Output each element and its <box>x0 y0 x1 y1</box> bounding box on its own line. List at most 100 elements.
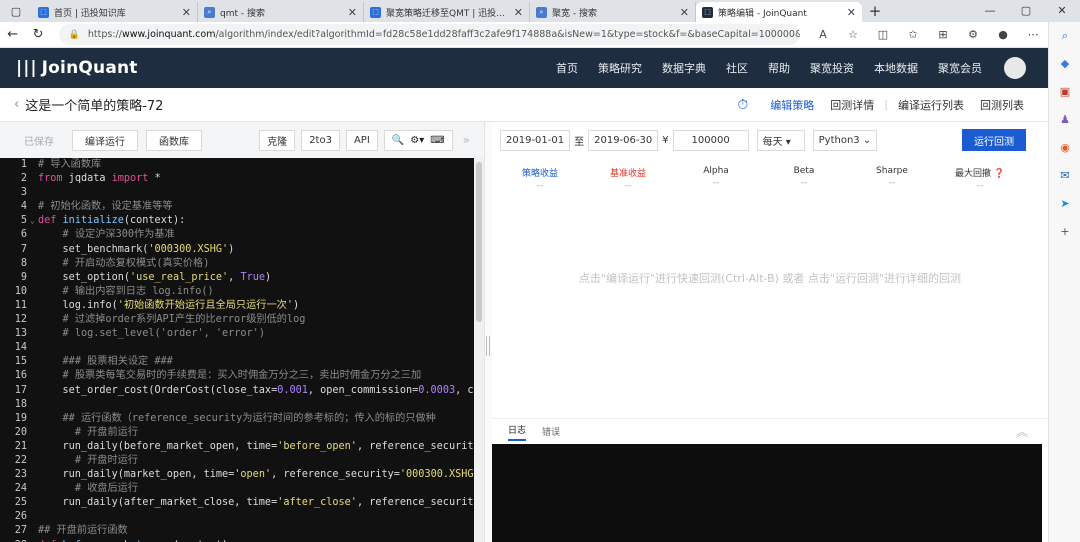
collections-icon[interactable]: ⊞ <box>928 28 958 41</box>
keyboard-icon[interactable]: ⌨ <box>430 135 444 146</box>
end-date-input[interactable]: 2019-06-30 <box>588 129 659 151</box>
avatar[interactable] <box>1004 57 1026 79</box>
extensions-icon[interactable]: ⚙ <box>958 28 988 41</box>
collapse-chevron-icon[interactable]: ︽ <box>1016 423 1028 440</box>
split-screen-icon[interactable]: ◫ <box>868 28 898 41</box>
back-chevron-icon[interactable]: ‹ <box>14 97 19 112</box>
browser-tab[interactable]: ⌕ qmt - 搜索 ✕ <box>198 2 364 22</box>
browser-tab[interactable]: ⬚ 策略编辑 - JoinQuant ✕ <box>696 2 862 22</box>
splitter-grip[interactable] <box>486 336 490 356</box>
start-date-input[interactable]: 2019-01-01 <box>500 129 571 151</box>
api-button[interactable]: API <box>345 129 378 151</box>
compile-run-button[interactable]: 编译运行 <box>72 129 138 151</box>
close-window-icon[interactable]: ✕ <box>1044 0 1080 22</box>
add-icon[interactable]: + <box>1049 218 1080 246</box>
code-line[interactable]: 2 from jqdata import * <box>0 172 474 186</box>
search-icon[interactable]: 🔍 <box>392 135 404 146</box>
search-icon[interactable]: ⌕ <box>1049 22 1080 50</box>
run-backtest-button[interactable]: 运行回测 <box>962 129 1026 151</box>
code-line[interactable]: 5 ⌄ def initialize(context): <box>0 214 474 228</box>
favorite-star-icon[interactable]: ☆ <box>838 28 868 41</box>
editor-scrollbar[interactable] <box>474 158 484 542</box>
code-line[interactable]: 19 ## 运行函数（reference_security为运行时间的参考标的；… <box>0 412 474 426</box>
tab-backtest-list[interactable]: 回测列表 <box>980 97 1024 113</box>
expand-double-chevron-icon[interactable]: » <box>463 133 470 147</box>
2to3-button[interactable]: 2to3 <box>301 129 340 151</box>
capital-input[interactable]: 100000 <box>672 129 749 151</box>
code-line[interactable]: 27 ## 开盘前运行函数 <box>0 524 474 538</box>
read-aloud-icon[interactable]: A <box>808 28 838 41</box>
code-line[interactable]: 18 <box>0 398 474 412</box>
code-line[interactable]: 23 run_daily(market_open, time='open', r… <box>0 468 474 482</box>
outlook-icon[interactable]: ✉ <box>1049 162 1080 190</box>
strategy-name[interactable]: 这是一个简单的策略-72 <box>25 95 163 114</box>
send-icon[interactable]: ➤ <box>1049 190 1080 218</box>
library-button[interactable]: 函数库 <box>146 129 202 151</box>
settings-gear-icon[interactable]: ⚙▾ <box>410 135 424 146</box>
tab-log[interactable]: 日志 <box>508 423 527 441</box>
code-line[interactable]: 26 <box>0 510 474 524</box>
nav-item[interactable]: 本地数据 <box>874 60 918 76</box>
code-editor[interactable]: 1 # 导入函数库 2 from jqdata import * 3 4 # 初始化函数，设… <box>0 158 474 542</box>
close-tab-icon[interactable]: ✕ <box>348 6 357 19</box>
minimize-icon[interactable]: — <box>972 0 1008 22</box>
tab-compile-list[interactable]: 编译运行列表 <box>898 97 964 113</box>
code-line[interactable]: 12 # 过滤掉order系列API产生的比error级别低的log <box>0 313 474 327</box>
code-line[interactable]: 17 set_order_cost(OrderCost(close_tax=0.… <box>0 384 474 398</box>
close-tab-icon[interactable]: ✕ <box>514 6 523 19</box>
office-icon[interactable]: ◉ <box>1049 134 1080 162</box>
code-line[interactable]: 11 log.info('初始函数开始运行且全局只运行一次') <box>0 299 474 313</box>
code-line[interactable]: 20 # 开盘前运行 <box>0 426 474 440</box>
close-tab-icon[interactable]: ✕ <box>847 6 856 19</box>
code-line[interactable]: 8 # 开启动态复权模式(真实价格) <box>0 257 474 271</box>
refresh-icon[interactable]: ↻ <box>25 27 50 42</box>
code-line[interactable]: 16 # 股票类每笔交易时的手续费是：买入时佣金万分之三，卖出时佣金万分之三加 <box>0 369 474 383</box>
code-line[interactable]: 25 run_daily(after_market_close, time='a… <box>0 496 474 510</box>
code-line[interactable]: 21 run_daily(before_market_open, time='b… <box>0 440 474 454</box>
code-line[interactable]: 3 <box>0 186 474 200</box>
maximize-icon[interactable]: ▢ <box>1008 0 1044 22</box>
code-line[interactable]: 9 set_option('use_real_price', True) <box>0 271 474 285</box>
nav-item[interactable]: 聚宽投资 <box>810 60 854 76</box>
nav-item[interactable]: 聚宽会员 <box>938 60 982 76</box>
scrollbar-thumb[interactable] <box>476 162 482 322</box>
code-line[interactable]: 4 # 初始化函数，设定基准等等 <box>0 200 474 214</box>
browser-tab[interactable]: ⬚ 首页 | 迅投知识库 ✕ <box>32 2 198 22</box>
tab-errors[interactable]: 错误 <box>542 425 560 438</box>
people-icon[interactable]: ♟ <box>1049 106 1080 134</box>
code-line[interactable]: 22 # 开盘时运行 <box>0 454 474 468</box>
code-line[interactable]: 10 # 输出内容到日志 log.info() <box>0 285 474 299</box>
profile-icon[interactable]: ● <box>988 28 1018 41</box>
browser-tab[interactable]: ⌕ 聚宽 - 搜索 ✕ <box>530 2 696 22</box>
code-line[interactable]: 28 def before_market_open(context): <box>0 539 474 542</box>
code-line[interactable]: 7 set_benchmark('000300.XSHG') <box>0 243 474 257</box>
tab-actions-icon[interactable]: ▢ <box>0 0 32 22</box>
tag-icon[interactable]: ◆ <box>1049 50 1080 78</box>
pane-splitter[interactable] <box>484 122 492 542</box>
browser-tab[interactable]: ⬚ 聚宽策略迁移至QMT | 迅投知识库 ✕ <box>364 2 530 22</box>
url-field[interactable]: 🔒 https://www.joinquant.com/algorithm/in… <box>58 24 800 45</box>
nav-item[interactable]: 数据字典 <box>662 60 706 76</box>
frequency-select[interactable]: 每天 ▾ <box>756 129 805 151</box>
tab-edit-strategy[interactable]: 编辑策略 <box>770 97 814 113</box>
code-line[interactable]: 14 <box>0 341 474 355</box>
nav-item[interactable]: 社区 <box>726 60 748 76</box>
code-line[interactable]: 1 # 导入函数库 <box>0 158 474 172</box>
code-line[interactable]: 24 # 收盘后运行 <box>0 482 474 496</box>
new-tab-button[interactable]: + <box>862 0 888 22</box>
python-version-select[interactable]: Python3 ⌄ <box>812 129 878 151</box>
logo[interactable]: ||| JoinQuant <box>16 58 138 78</box>
nav-item[interactable]: 策略研究 <box>598 60 642 76</box>
fold-icon[interactable]: ⌄ <box>30 214 38 228</box>
close-tab-icon[interactable]: ✕ <box>182 6 191 19</box>
nav-item[interactable]: 帮助 <box>768 60 790 76</box>
more-icon[interactable]: ⋯ <box>1018 28 1048 41</box>
back-icon[interactable]: ← <box>0 27 25 42</box>
favorites-icon[interactable]: ✩ <box>898 28 928 41</box>
bag-icon[interactable]: ▣ <box>1049 78 1080 106</box>
code-line[interactable]: 6 # 设定沪深300作为基准 <box>0 228 474 242</box>
close-tab-icon[interactable]: ✕ <box>680 6 689 19</box>
tab-backtest-detail[interactable]: 回测详情 <box>830 97 874 113</box>
code-line[interactable]: 15 ### 股票相关设定 ### <box>0 355 474 369</box>
clone-button[interactable]: 克隆 <box>259 129 296 151</box>
